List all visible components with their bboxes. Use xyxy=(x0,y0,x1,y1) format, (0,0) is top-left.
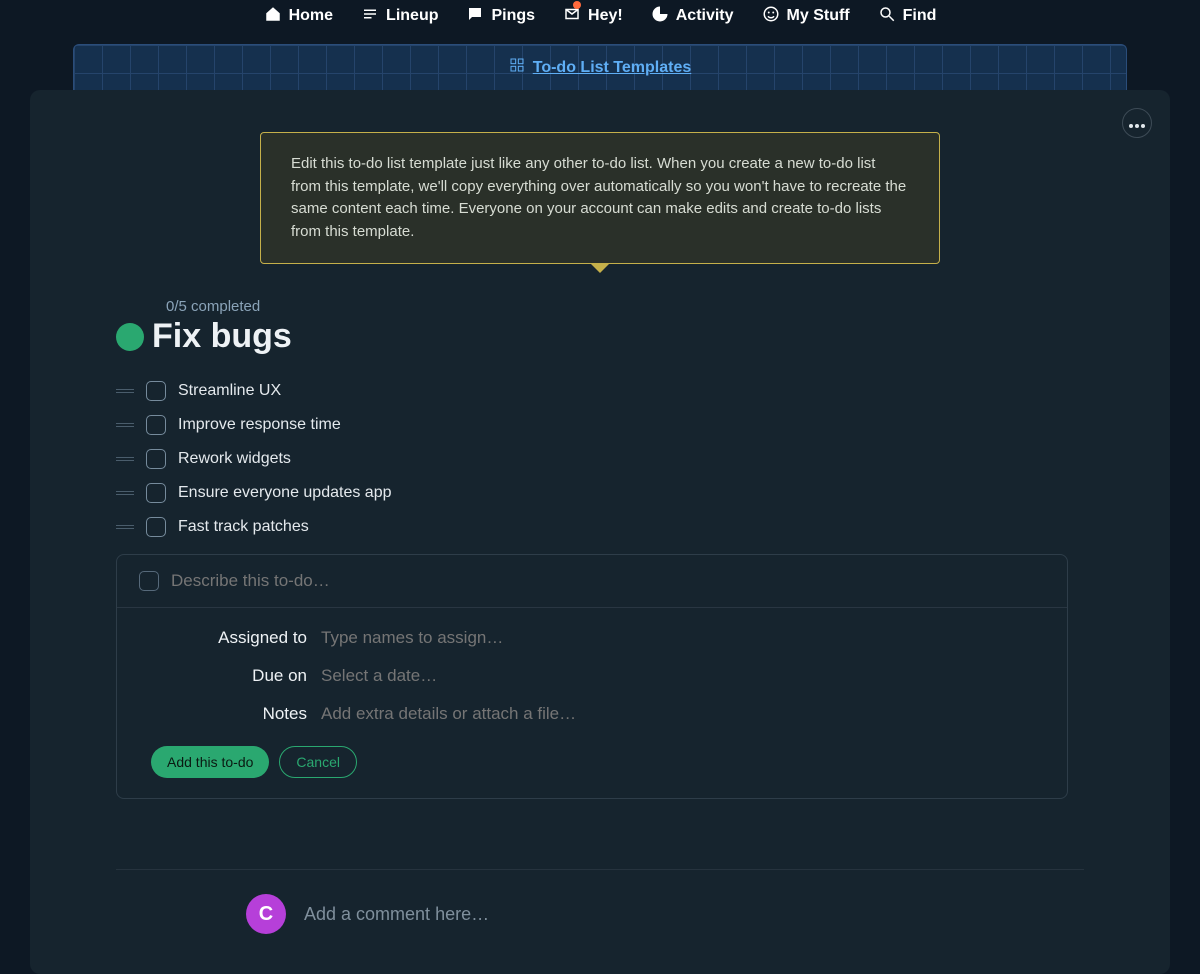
notes-input[interactable] xyxy=(321,704,1045,724)
todo-checkbox[interactable] xyxy=(146,517,166,537)
nav-pings[interactable]: Pings xyxy=(466,5,535,28)
nav-mystuff-label: My Stuff xyxy=(787,7,850,25)
home-icon xyxy=(264,5,282,28)
nav-lineup[interactable]: Lineup xyxy=(361,5,438,28)
nav-hey-label: Hey! xyxy=(588,7,623,25)
template-tip: Edit this to-do list template just like … xyxy=(260,132,940,264)
drag-handle-icon[interactable] xyxy=(116,491,134,495)
nav-home-label: Home xyxy=(289,7,333,25)
nav-find[interactable]: Find xyxy=(878,5,937,28)
todo-label: Rework widgets xyxy=(178,450,291,468)
comment-placeholder: Add a comment here… xyxy=(304,904,489,925)
notes-row: Notes xyxy=(139,704,1045,724)
nav-pings-label: Pings xyxy=(491,7,535,25)
nav-home[interactable]: Home xyxy=(264,5,333,28)
mystuff-icon xyxy=(762,5,780,28)
add-todo-button[interactable]: Add this to-do xyxy=(151,746,269,778)
todo-checkbox[interactable] xyxy=(146,381,166,401)
todo-item[interactable]: Improve response time xyxy=(116,408,1170,442)
todo-checkbox[interactable] xyxy=(146,415,166,435)
breadcrumb-link[interactable]: To-do List Templates xyxy=(509,57,692,78)
template-tip-text: Edit this to-do list template just like … xyxy=(291,155,906,240)
cancel-button[interactable]: Cancel xyxy=(279,746,357,778)
activity-icon xyxy=(651,5,669,28)
grid-icon xyxy=(509,57,525,78)
todo-item[interactable]: Fast track patches xyxy=(116,510,1170,544)
todo-list: Streamline UX Improve response time Rewo… xyxy=(116,374,1170,544)
completed-count: 0/5 completed xyxy=(166,298,1170,315)
notes-label: Notes xyxy=(139,704,307,724)
breadcrumb-strip: To-do List Templates xyxy=(73,44,1127,90)
list-header: 0/5 completed Fix bugs xyxy=(116,298,1170,356)
breadcrumb-label: To-do List Templates xyxy=(533,59,692,77)
drag-handle-icon[interactable] xyxy=(116,525,134,529)
todo-item[interactable]: Rework widgets xyxy=(116,442,1170,476)
nav-hey[interactable]: Hey! xyxy=(563,5,623,28)
main-nav: Home Lineup Pings Hey! Activity My Stuff… xyxy=(0,0,1200,32)
todo-item[interactable]: Streamline UX xyxy=(116,374,1170,408)
todo-checkbox[interactable] xyxy=(146,449,166,469)
due-input[interactable] xyxy=(321,666,1045,686)
assigned-label: Assigned to xyxy=(139,628,307,648)
due-row: Due on xyxy=(139,666,1045,686)
drag-handle-icon[interactable] xyxy=(116,389,134,393)
drag-handle-icon[interactable] xyxy=(116,457,134,461)
todo-label: Ensure everyone updates app xyxy=(178,484,391,502)
hey-icon xyxy=(563,5,581,28)
avatar: C xyxy=(246,894,286,934)
ellipsis-icon xyxy=(1129,116,1145,131)
todo-label: Improve response time xyxy=(178,416,341,434)
lineup-icon xyxy=(361,5,379,28)
new-todo-form: Assigned to Due on Notes Add this to-do … xyxy=(116,554,1068,799)
nav-find-label: Find xyxy=(903,7,937,25)
nav-lineup-label: Lineup xyxy=(386,7,438,25)
new-todo-checkbox[interactable] xyxy=(139,571,159,591)
drag-handle-icon[interactable] xyxy=(116,423,134,427)
more-options-button[interactable] xyxy=(1122,108,1152,138)
todo-item[interactable]: Ensure everyone updates app xyxy=(116,476,1170,510)
todo-label: Fast track patches xyxy=(178,518,309,536)
section-divider xyxy=(116,869,1084,870)
assigned-row: Assigned to xyxy=(139,628,1045,648)
hey-badge xyxy=(573,1,581,9)
nav-activity[interactable]: Activity xyxy=(651,5,734,28)
template-card: Edit this to-do list template just like … xyxy=(30,90,1170,974)
pings-icon xyxy=(466,5,484,28)
nav-mystuff[interactable]: My Stuff xyxy=(762,5,850,28)
new-todo-title-input[interactable] xyxy=(171,571,1045,591)
assigned-input[interactable] xyxy=(321,628,1045,648)
todo-checkbox[interactable] xyxy=(146,483,166,503)
list-status-dot xyxy=(116,323,144,351)
comment-composer[interactable]: C Add a comment here… xyxy=(246,894,1170,934)
search-icon xyxy=(878,5,896,28)
list-title[interactable]: Fix bugs xyxy=(152,317,292,356)
breadcrumb-bg: To-do List Templates xyxy=(73,44,1127,90)
nav-activity-label: Activity xyxy=(676,7,734,25)
due-label: Due on xyxy=(139,666,307,686)
todo-label: Streamline UX xyxy=(178,382,281,400)
